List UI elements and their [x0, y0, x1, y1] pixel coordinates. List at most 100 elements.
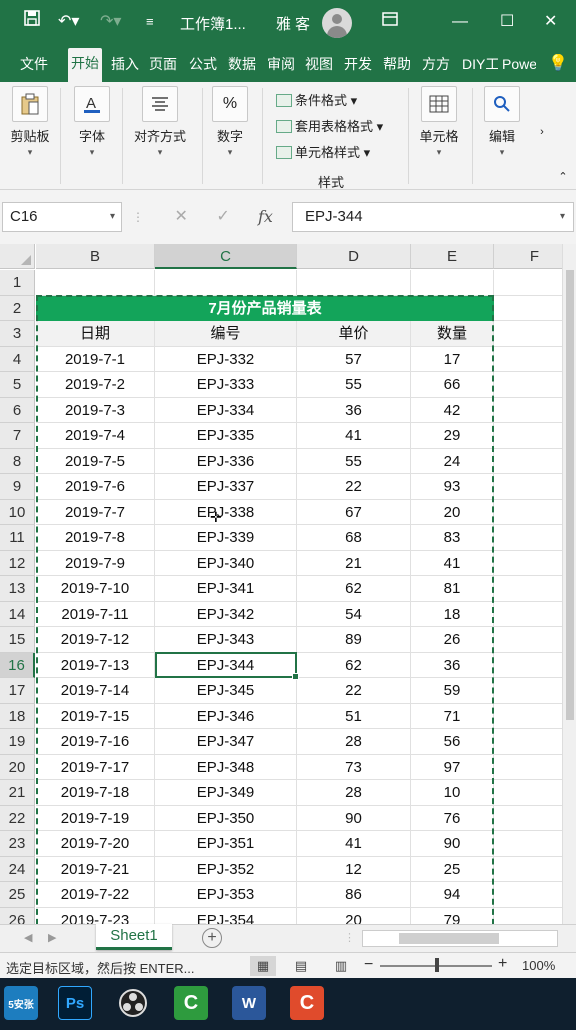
table-cell[interactable]: 73 [297, 754, 411, 780]
table-cell[interactable]: 28 [297, 729, 411, 755]
table-cell[interactable]: 10 [411, 780, 494, 806]
row-header[interactable]: 7 [0, 423, 35, 449]
row-header[interactable]: 11 [0, 525, 35, 551]
table-header-cell[interactable]: 数量 [411, 321, 494, 347]
table-cell[interactable]: 55 [297, 448, 411, 474]
table-cell[interactable]: 2019-7-21 [36, 856, 155, 882]
table-cell[interactable]: 29 [411, 423, 494, 449]
row-header[interactable]: 3 [0, 321, 35, 347]
row-header[interactable]: 17 [0, 678, 35, 704]
table-cell[interactable]: 51 [297, 703, 411, 729]
cell[interactable] [411, 270, 494, 296]
font-button[interactable]: A 字体 ▾ [70, 86, 114, 158]
table-cell[interactable]: EPJ-338 [155, 499, 297, 525]
row-header[interactable]: 10 [0, 499, 35, 525]
vertical-scrollbar[interactable] [562, 244, 576, 924]
obs-icon[interactable] [116, 986, 150, 1020]
undo-icon[interactable]: ↶▾ [58, 10, 79, 34]
table-cell[interactable]: EPJ-350 [155, 805, 297, 831]
table-cell[interactable]: 25 [411, 856, 494, 882]
row-header[interactable]: 25 [0, 882, 35, 908]
customize-toolbar-icon[interactable]: ≡ [146, 10, 154, 34]
row-header[interactable]: 8 [0, 448, 35, 474]
redo-icon[interactable]: ↷▾ [100, 10, 121, 34]
table-cell[interactable]: 2019-7-18 [36, 780, 155, 806]
table-cell[interactable]: 2019-7-16 [36, 729, 155, 755]
table-cell[interactable]: EPJ-348 [155, 754, 297, 780]
collapse-ribbon-icon[interactable]: ⌃ [556, 170, 570, 183]
table-cell[interactable]: 18 [411, 601, 494, 627]
row-header[interactable]: 26 [0, 907, 35, 924]
sheet-tab[interactable]: Sheet1 [96, 924, 172, 950]
table-cell[interactable]: 28 [297, 780, 411, 806]
cell[interactable] [155, 270, 297, 296]
row-header[interactable]: 20 [0, 754, 35, 780]
table-cell[interactable]: 42 [411, 397, 494, 423]
row-header[interactable]: 21 [0, 780, 35, 806]
cells-button[interactable]: 单元格 ▾ [414, 86, 464, 158]
zoom-level[interactable]: 100% [522, 958, 555, 973]
table-cell[interactable]: 90 [411, 831, 494, 857]
table-cell[interactable]: 79 [411, 907, 494, 924]
table-cell[interactable]: 2019-7-22 [36, 882, 155, 908]
avatar[interactable] [322, 8, 352, 38]
table-header-cell[interactable]: 日期 [36, 321, 155, 347]
table-cell[interactable]: EPJ-346 [155, 703, 297, 729]
table-cell[interactable]: EPJ-351 [155, 831, 297, 857]
column-header-c[interactable]: C [155, 244, 297, 269]
table-cell[interactable]: 17 [411, 346, 494, 372]
enter-icon[interactable]: ✓ [216, 208, 229, 225]
row-header[interactable]: 22 [0, 805, 35, 831]
name-box[interactable]: C16 ▾ [2, 202, 122, 232]
table-cell[interactable]: 68 [297, 525, 411, 551]
tab-developer[interactable]: 开发 [344, 54, 372, 74]
column-header-d[interactable]: D [297, 244, 411, 269]
table-cell[interactable]: 20 [411, 499, 494, 525]
table-cell[interactable]: 89 [297, 627, 411, 653]
cell-style-button[interactable]: 单元格样式 ▾ [276, 142, 370, 161]
row-header[interactable]: 6 [0, 397, 35, 423]
editing-button[interactable]: 编辑 ▾ [480, 86, 524, 158]
table-cell[interactable]: 62 [297, 652, 411, 678]
table-cell[interactable]: 36 [411, 652, 494, 678]
table-cell[interactable]: 93 [411, 474, 494, 500]
table-cell[interactable]: EPJ-335 [155, 423, 297, 449]
table-cell[interactable]: 2019-7-1 [36, 346, 155, 372]
table-cell[interactable]: 2019-7-13 [36, 652, 155, 678]
tab-review[interactable]: 审阅 [267, 54, 295, 74]
row-header[interactable]: 15 [0, 627, 35, 653]
table-cell[interactable]: 2019-7-23 [36, 907, 155, 924]
row-header[interactable]: 4 [0, 346, 35, 372]
next-sheet-icon[interactable]: ▶ [48, 931, 56, 944]
table-cell[interactable]: 36 [297, 397, 411, 423]
table-cell[interactable]: 2019-7-3 [36, 397, 155, 423]
row-header[interactable]: 24 [0, 856, 35, 882]
table-cell[interactable]: EPJ-332 [155, 346, 297, 372]
table-cell[interactable]: 66 [411, 372, 494, 398]
formula-input[interactable]: EPJ-344 ▾ [292, 202, 574, 232]
ribbon-more-icon[interactable]: › [536, 126, 548, 138]
table-cell[interactable]: 24 [411, 448, 494, 474]
table-title[interactable]: 7月份产品销量表 [36, 295, 494, 321]
conditional-format-button[interactable]: 条件格式 ▾ [276, 90, 357, 109]
table-cell[interactable]: 2019-7-8 [36, 525, 155, 551]
zoom-slider-knob[interactable] [435, 958, 439, 972]
row-header[interactable]: 14 [0, 601, 35, 627]
table-cell[interactable]: EPJ-354 [155, 907, 297, 924]
tab-home[interactable]: 开始 [68, 48, 102, 82]
photoshop-icon[interactable]: Ps [58, 986, 92, 1020]
chevron-down-icon[interactable]: ▾ [110, 203, 115, 231]
ribbon-display-icon[interactable] [382, 10, 398, 34]
table-cell[interactable]: 81 [411, 576, 494, 602]
table-cell[interactable]: 22 [297, 678, 411, 704]
table-cell[interactable]: 2019-7-4 [36, 423, 155, 449]
table-cell[interactable]: 97 [411, 754, 494, 780]
table-cell[interactable]: EPJ-337 [155, 474, 297, 500]
table-cell[interactable]: 90 [297, 805, 411, 831]
table-cell[interactable]: 26 [411, 627, 494, 653]
normal-view-icon[interactable]: ▦ [250, 956, 276, 976]
table-cell[interactable]: 41 [411, 550, 494, 576]
table-cell[interactable]: 41 [297, 423, 411, 449]
user-name[interactable]: 雅客 [276, 13, 314, 34]
table-cell[interactable]: 2019-7-17 [36, 754, 155, 780]
